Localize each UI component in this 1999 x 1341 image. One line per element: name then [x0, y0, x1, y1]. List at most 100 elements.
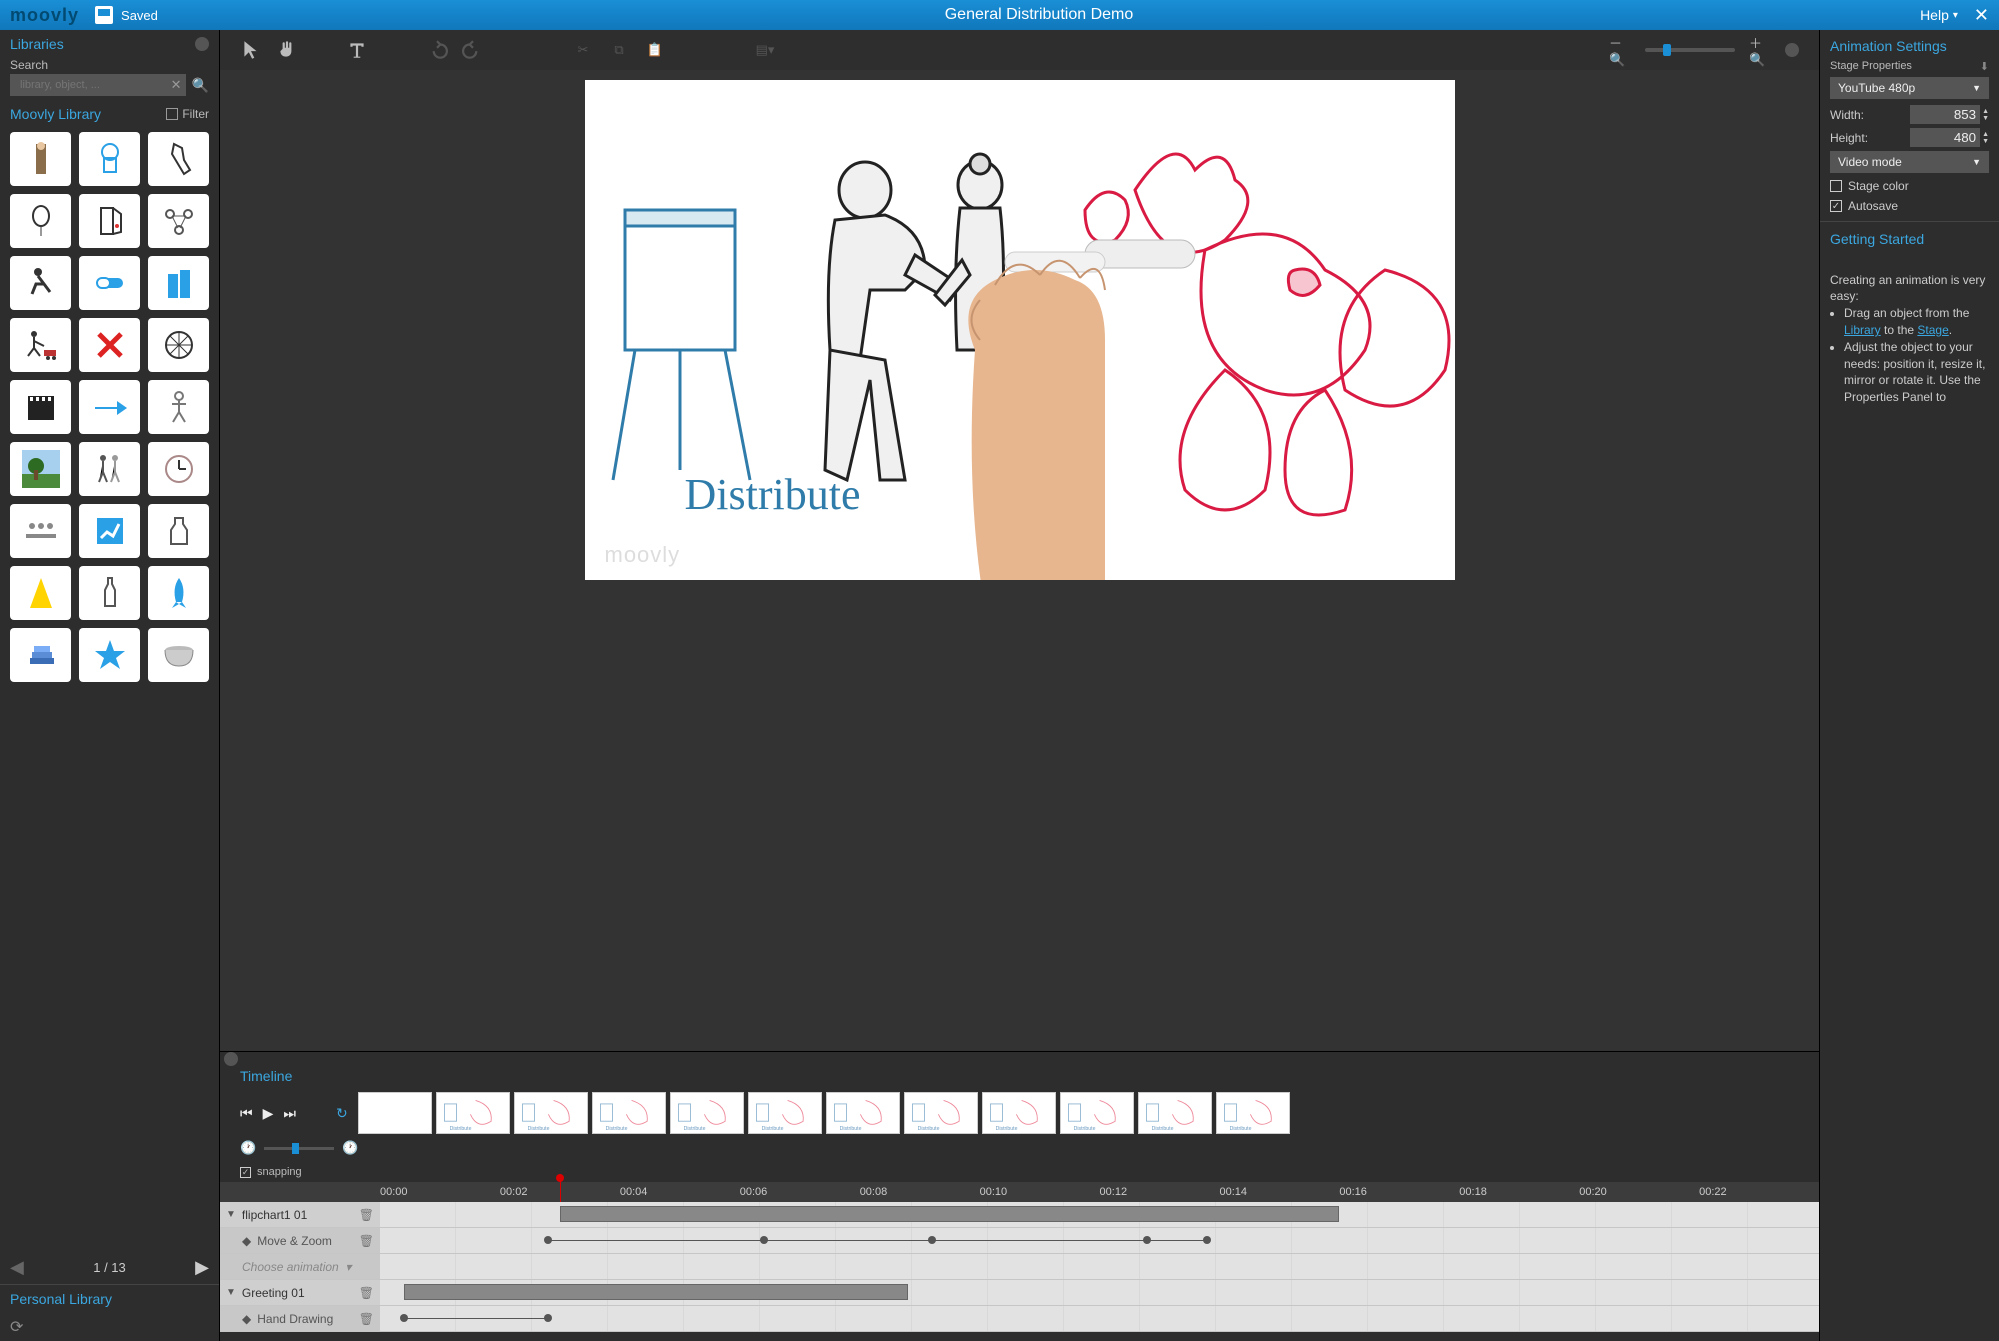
asset-rocket[interactable]: [148, 566, 209, 620]
choose-animation-dropdown[interactable]: Choose animation ▾: [242, 1260, 351, 1274]
video-mode-dropdown[interactable]: Video mode▼: [1830, 151, 1989, 173]
zoom-out-icon[interactable]: －🔍: [1609, 39, 1631, 61]
track-row[interactable]: ▼flipchart1 01🗑: [220, 1202, 1819, 1228]
asset-running-boy[interactable]: [10, 256, 71, 310]
keyframe[interactable]: [544, 1236, 552, 1244]
text-tool-icon[interactable]: [346, 39, 368, 61]
play-icon[interactable]: ▶: [263, 1105, 274, 1122]
track-row[interactable]: ◆Hand Drawing🗑: [220, 1306, 1819, 1332]
asset-tree-landscape[interactable]: [10, 442, 71, 496]
asset-human-figure[interactable]: [148, 380, 209, 434]
asset-star[interactable]: [79, 628, 140, 682]
asset-meeting-sketch[interactable]: [10, 504, 71, 558]
asset-man-standing[interactable]: [10, 132, 71, 186]
page-next-icon[interactable]: ▶: [195, 1257, 209, 1278]
timeline-thumbnail[interactable]: Distribute: [748, 1092, 822, 1134]
timeline-clip[interactable]: [404, 1284, 908, 1300]
hand-tool-icon[interactable]: [276, 39, 298, 61]
loop-icon[interactable]: ↻: [336, 1105, 348, 1122]
asset-walking-people[interactable]: [79, 442, 140, 496]
asset-milk-bottle[interactable]: [148, 504, 209, 558]
keyframe[interactable]: [1203, 1236, 1211, 1244]
asset-wheel[interactable]: [148, 318, 209, 372]
snapping-checkbox[interactable]: ✓: [240, 1167, 251, 1178]
asset-growth-chart[interactable]: [79, 504, 140, 558]
library-link[interactable]: Library: [1844, 323, 1881, 337]
collapse-right-icon[interactable]: [1785, 43, 1799, 57]
track-lane[interactable]: [380, 1228, 1819, 1253]
redo-icon[interactable]: [462, 39, 484, 61]
collapse-icon[interactable]: [195, 37, 209, 51]
height-spinner[interactable]: ▲▼: [1982, 131, 1989, 145]
width-spinner[interactable]: ▲▼: [1982, 108, 1989, 122]
cut-icon[interactable]: ✂: [572, 39, 594, 61]
asset-pill-capsule[interactable]: [79, 256, 140, 310]
asset-cooking-pot[interactable]: [148, 628, 209, 682]
asset-clock[interactable]: [148, 442, 209, 496]
align-icon[interactable]: ▤▾: [754, 39, 776, 61]
track-row[interactable]: ▼Greeting 01🗑: [220, 1280, 1819, 1306]
asset-door-swing[interactable]: [79, 194, 140, 248]
track-row[interactable]: Choose animation ▾: [220, 1254, 1819, 1280]
copy-icon[interactable]: ⧉: [608, 39, 630, 61]
asset-italy-outline[interactable]: [148, 132, 209, 186]
search-input[interactable]: [14, 76, 165, 94]
track-lane[interactable]: [380, 1280, 1819, 1305]
timeline-thumbnail[interactable]: Distribute: [436, 1092, 510, 1134]
refresh-icon[interactable]: ⟳: [10, 1317, 23, 1337]
stage-color-checkbox[interactable]: [1830, 180, 1842, 192]
asset-boy-wagon[interactable]: [10, 318, 71, 372]
asset-blue-robot[interactable]: [79, 132, 140, 186]
chevron-down-icon[interactable]: ▼: [226, 1287, 236, 1298]
zoom-slider[interactable]: [1645, 48, 1735, 52]
asset-balloon[interactable]: [10, 194, 71, 248]
track-lane[interactable]: [380, 1254, 1819, 1279]
asset-red-x[interactable]: [79, 318, 140, 372]
timeline-thumbnail[interactable]: Distribute: [514, 1092, 588, 1134]
clear-icon[interactable]: ✕: [171, 77, 182, 93]
asset-buildings[interactable]: [148, 256, 209, 310]
preset-dropdown[interactable]: YouTube 480p▼: [1830, 77, 1989, 99]
autosave-checkbox[interactable]: ✓: [1830, 200, 1842, 212]
timeline-collapse-icon[interactable]: [224, 1052, 238, 1066]
track-lane[interactable]: [380, 1202, 1819, 1227]
close-icon[interactable]: ✕: [1974, 5, 1989, 26]
keyframe[interactable]: [400, 1314, 408, 1322]
timeline-zoom-out-icon[interactable]: 🕐: [240, 1140, 256, 1156]
asset-clapperboard[interactable]: [10, 380, 71, 434]
chevron-down-icon[interactable]: ▼: [226, 1209, 236, 1220]
asset-book-stack[interactable]: [10, 628, 71, 682]
timeline-thumbnail[interactable]: Distribute: [1060, 1092, 1134, 1134]
keyframe[interactable]: [544, 1314, 552, 1322]
page-prev-icon[interactable]: ◀: [10, 1257, 24, 1278]
track-lane[interactable]: [380, 1306, 1819, 1331]
timeline-zoom-slider[interactable]: [264, 1147, 334, 1150]
asset-blue-arrow[interactable]: [79, 380, 140, 434]
trash-icon[interactable]: 🗑: [359, 1286, 374, 1300]
timeline-thumbnail[interactable]: Distribute: [592, 1092, 666, 1134]
keyframe[interactable]: [760, 1236, 768, 1244]
trash-icon[interactable]: 🗑: [359, 1312, 374, 1326]
timeline-thumbnail[interactable]: Distribute: [982, 1092, 1056, 1134]
asset-bottle[interactable]: [79, 566, 140, 620]
keyframe[interactable]: [928, 1236, 936, 1244]
timeline-zoom-in-icon[interactable]: 🕐: [342, 1140, 358, 1156]
width-input[interactable]: [1910, 105, 1980, 124]
timeline-thumbnail[interactable]: Distribute: [670, 1092, 744, 1134]
timeline-thumbnail[interactable]: Distribute: [1216, 1092, 1290, 1134]
help-menu[interactable]: Help ▾: [1920, 7, 1958, 23]
timeline-thumbnails[interactable]: DistributeDistributeDistributeDistribute…: [358, 1092, 1799, 1134]
personal-library-header[interactable]: Personal Library: [10, 1291, 112, 1307]
timeline-thumbnail[interactable]: Distribute: [904, 1092, 978, 1134]
timeline-thumbnail[interactable]: Distribute: [1138, 1092, 1212, 1134]
filter-checkbox[interactable]: Filter: [166, 107, 209, 121]
arrow-down-icon[interactable]: ⬇: [1980, 60, 1989, 73]
rewind-icon[interactable]: ⏮: [240, 1105, 253, 1122]
zoom-in-icon[interactable]: ＋🔍: [1749, 39, 1771, 61]
pointer-tool-icon[interactable]: [240, 39, 262, 61]
paste-icon[interactable]: 📋: [644, 39, 666, 61]
track-row[interactable]: ◆Move & Zoom🗑: [220, 1228, 1819, 1254]
timeline-ruler[interactable]: 00:0000:0200:0400:0600:0800:1000:1200:14…: [380, 1182, 1819, 1202]
trash-icon[interactable]: 🗑: [359, 1208, 374, 1222]
stage-canvas[interactable]: Distribute moovly: [585, 80, 1455, 580]
